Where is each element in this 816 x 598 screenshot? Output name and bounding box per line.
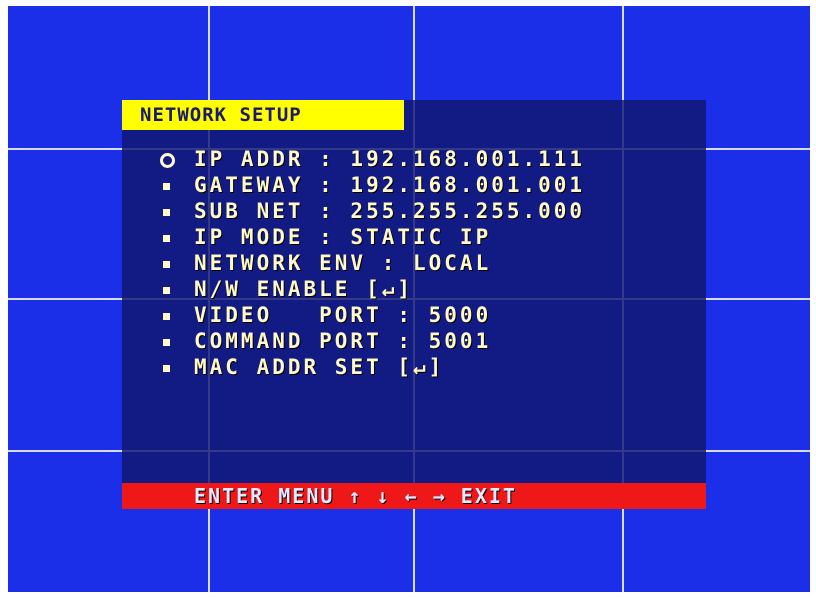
osd-screen: NETWORK SETUP IP ADDR : 192.168.001.111 … [8,6,810,592]
selected-indicator-icon [160,152,175,168]
menu-item-gateway[interactable]: GATEWAY : 192.168.001.001 [160,172,585,198]
bullet-icon [163,182,170,190]
menu-item-ip-addr[interactable]: IP ADDR : 192.168.001.111 [160,146,585,172]
menu-item-mac-addr-set[interactable]: MAC ADDR SET [↵] [160,354,585,380]
bullet-icon [163,234,170,242]
bullet-icon [163,208,170,216]
menu-item-ip-mode[interactable]: IP MODE : STATIC IP [160,224,585,250]
menu-list: IP ADDR : 192.168.001.111 GATEWAY : 192.… [160,146,585,380]
menu-item-sub-net[interactable]: SUB NET : 255.255.255.000 [160,198,585,224]
bullet-icon [163,364,170,372]
menu-item-video-port[interactable]: VIDEO PORT : 5000 [160,302,585,328]
bullet-icon [163,260,170,268]
menu-item-nw-enable[interactable]: N/W ENABLE [↵] [160,276,585,302]
menu-item-command-port[interactable]: COMMAND PORT : 5001 [160,328,585,354]
bullet-icon [163,312,170,320]
menu-item-network-env[interactable]: NETWORK ENV : LOCAL [160,250,585,276]
navigation-hint: ENTER MENU ↑ ↓ ← → EXIT [194,484,517,508]
bullet-icon [163,338,170,346]
menu-title: NETWORK SETUP [122,100,404,130]
bullet-icon [163,286,170,294]
navigation-bar: ENTER MENU ↑ ↓ ← → EXIT [122,483,706,509]
